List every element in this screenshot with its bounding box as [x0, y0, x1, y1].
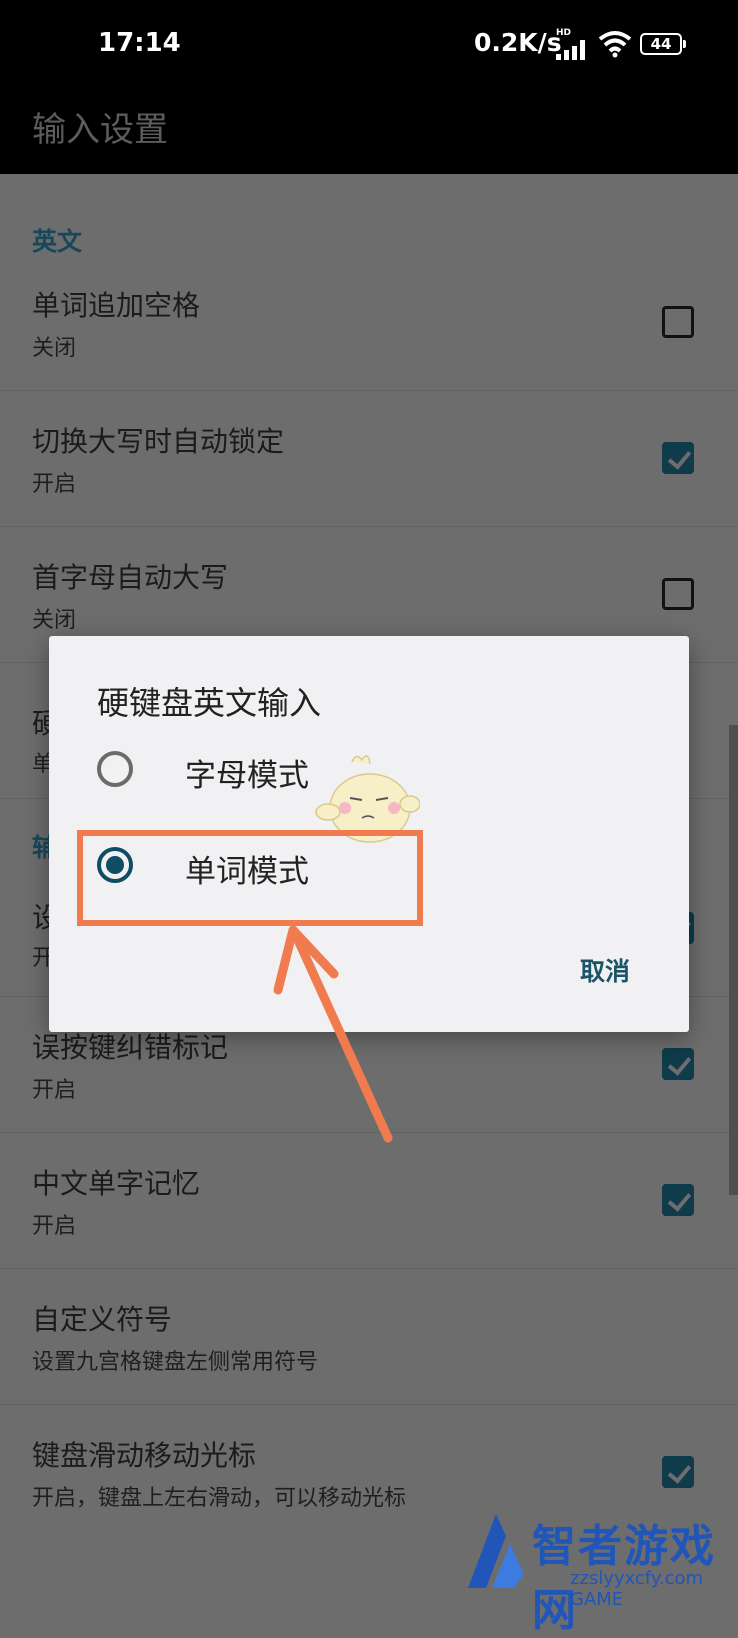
app-bar: 输入设置: [0, 88, 738, 174]
dialog-title: 硬键盘英文输入: [97, 684, 322, 722]
setting-subtitle: 开启，键盘上左右滑动，可以移动光标: [32, 1486, 407, 1511]
setting-title: 切换大写时自动锁定: [32, 425, 285, 458]
cancel-button[interactable]: 取消: [580, 952, 630, 988]
scrollbar[interactable]: [729, 725, 738, 1195]
checkbox-checked[interactable]: [662, 1456, 694, 1488]
setting-row[interactable]: 单词追加空格 关闭: [0, 254, 738, 391]
setting-title: 键盘滑动移动光标: [32, 1439, 257, 1472]
watermark-url: zzslyyxcfy.com GAME: [570, 1568, 704, 1610]
page-title: 输入设置: [32, 110, 168, 150]
logo-icon: [468, 1514, 524, 1588]
setting-title: 首字母自动大写: [32, 561, 229, 594]
setting-row[interactable]: 自定义符号 设置九宫格键盘左侧常用符号: [0, 1268, 738, 1405]
setting-row[interactable]: 切换大写时自动锁定 开启: [0, 390, 738, 527]
setting-subtitle: 关闭: [32, 336, 77, 361]
checkbox-checked[interactable]: [662, 1184, 694, 1216]
setting-subtitle: 开启: [32, 1214, 77, 1239]
checkbox[interactable]: [662, 578, 694, 610]
battery-icon: 44: [640, 33, 682, 55]
setting-title: 自定义符号: [32, 1303, 173, 1336]
wifi-icon: [598, 31, 632, 58]
setting-title: 单词追加空格: [32, 289, 201, 322]
radio-icon[interactable]: [97, 751, 133, 787]
checkbox[interactable]: [662, 306, 694, 338]
setting-title: 误按键纠错标记: [32, 1031, 229, 1064]
checkbox-checked[interactable]: [662, 442, 694, 474]
cell-signal-icon: [556, 40, 585, 60]
section-header-english: 英文: [32, 227, 83, 256]
battery-tip: [683, 40, 686, 48]
status-bar: 17:14 0.2K/s HD 44: [0, 0, 738, 88]
setting-subtitle: 设置九宫格键盘左侧常用符号: [32, 1350, 319, 1375]
watermark-logo: 智者游戏网 zzslyyxcfy.com GAME: [458, 1500, 738, 1636]
setting-subtitle: 开启: [32, 472, 77, 497]
checkbox-checked[interactable]: [662, 1048, 694, 1080]
hd-badge: HD: [556, 28, 572, 38]
network-speed: 0.2K/s: [474, 28, 562, 57]
status-time: 17:14: [98, 28, 181, 58]
setting-title: 中文单字记忆: [32, 1167, 201, 1200]
option-label: 字母模式: [185, 758, 309, 794]
setting-row[interactable]: 中文单字记忆 开启: [0, 1132, 738, 1269]
setting-subtitle: 开启: [32, 1078, 77, 1103]
setting-subtitle: 关闭: [32, 608, 77, 633]
battery-level: 44: [650, 35, 672, 53]
highlight-box: [77, 830, 423, 926]
